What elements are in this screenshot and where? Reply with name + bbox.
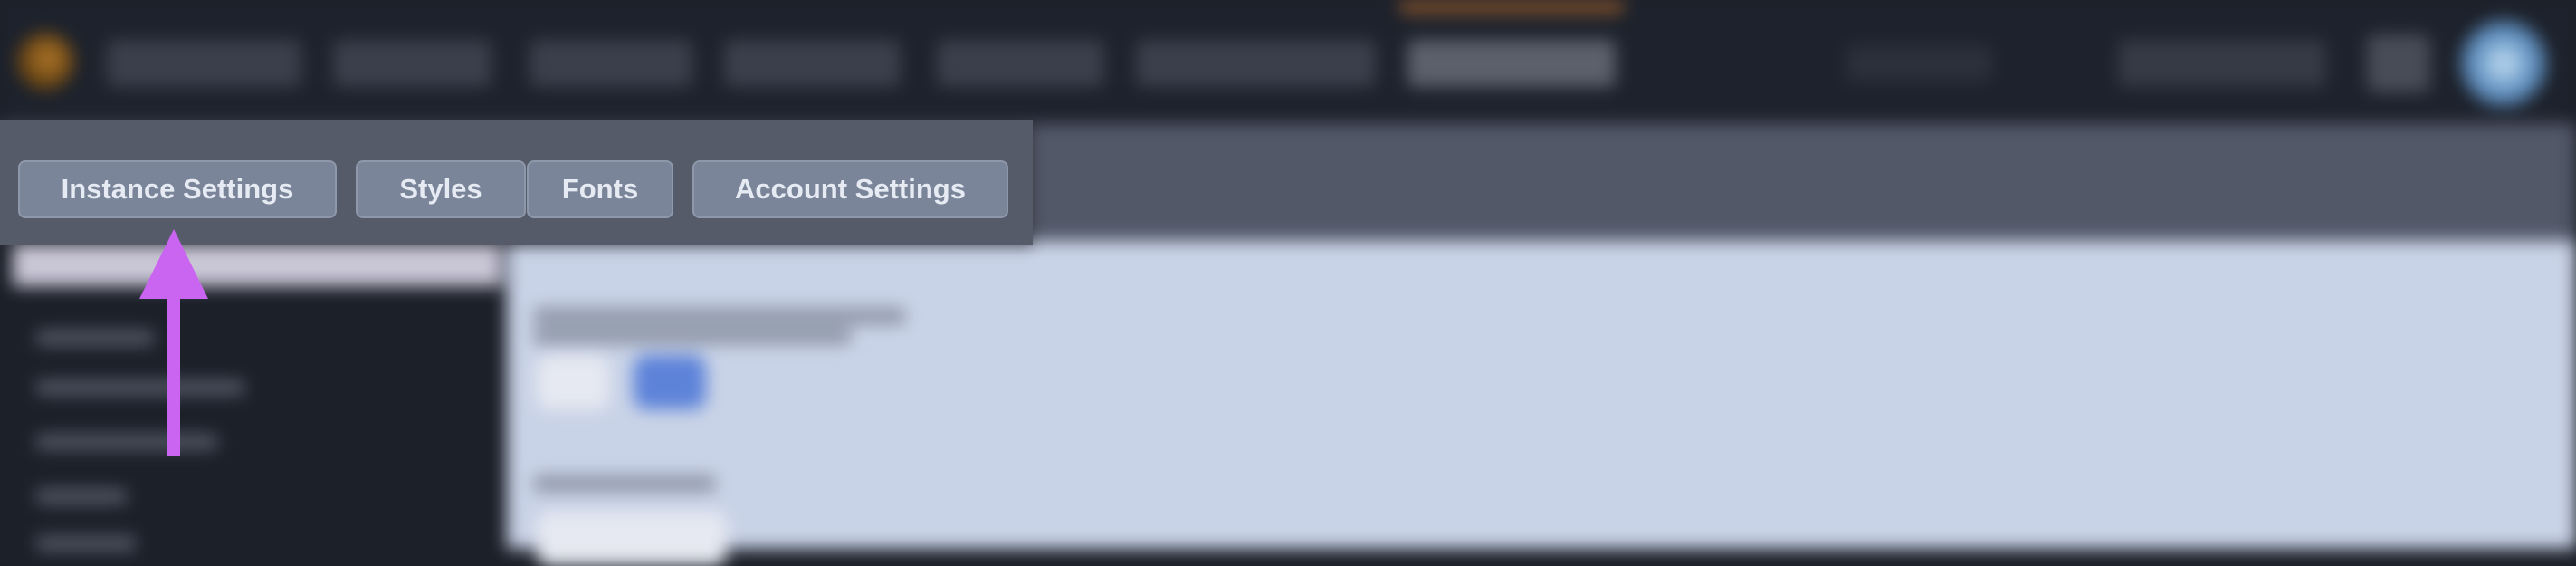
settings-tab-bar: Instance Settings Styles Fonts Account S… xyxy=(0,120,1033,245)
sidebar-item[interactable] xyxy=(36,489,127,504)
user-menu-button[interactable] xyxy=(2118,40,2326,87)
app-logo-icon[interactable] xyxy=(16,33,74,91)
tab-styles[interactable]: Styles xyxy=(356,160,526,218)
nav-item-3[interactable] xyxy=(530,40,692,87)
sidebar-item[interactable] xyxy=(36,331,154,345)
nav-item-5[interactable] xyxy=(937,40,1104,87)
nav-item-1[interactable] xyxy=(107,40,301,87)
sidebar-item[interactable] xyxy=(36,435,217,449)
tab-account-settings[interactable]: Account Settings xyxy=(692,160,1008,218)
toggle-option-on[interactable] xyxy=(634,355,706,409)
tab-fonts[interactable]: Fonts xyxy=(527,160,673,218)
nav-item-6[interactable] xyxy=(1136,40,1376,87)
sidebar-selected-item[interactable] xyxy=(13,241,501,286)
setting-label xyxy=(534,308,905,324)
nav-item-4[interactable] xyxy=(724,40,901,87)
tab-instance-settings[interactable]: Instance Settings xyxy=(18,160,337,218)
sidebar-item[interactable] xyxy=(36,380,244,395)
user-avatar-icon[interactable] xyxy=(2460,20,2547,107)
nav-active-indicator xyxy=(1398,0,1625,14)
setting-input[interactable] xyxy=(537,512,727,566)
setting-label xyxy=(534,328,851,344)
settings-content-area xyxy=(507,241,2576,549)
notification-icon[interactable] xyxy=(2367,34,2430,92)
nav-item-2[interactable] xyxy=(333,40,491,87)
setting-label xyxy=(534,475,715,492)
blurred-background xyxy=(0,0,2576,566)
nav-item-7-active[interactable] xyxy=(1407,40,1616,87)
toggle-option-off[interactable] xyxy=(537,355,609,409)
search-field[interactable] xyxy=(1846,45,1991,82)
